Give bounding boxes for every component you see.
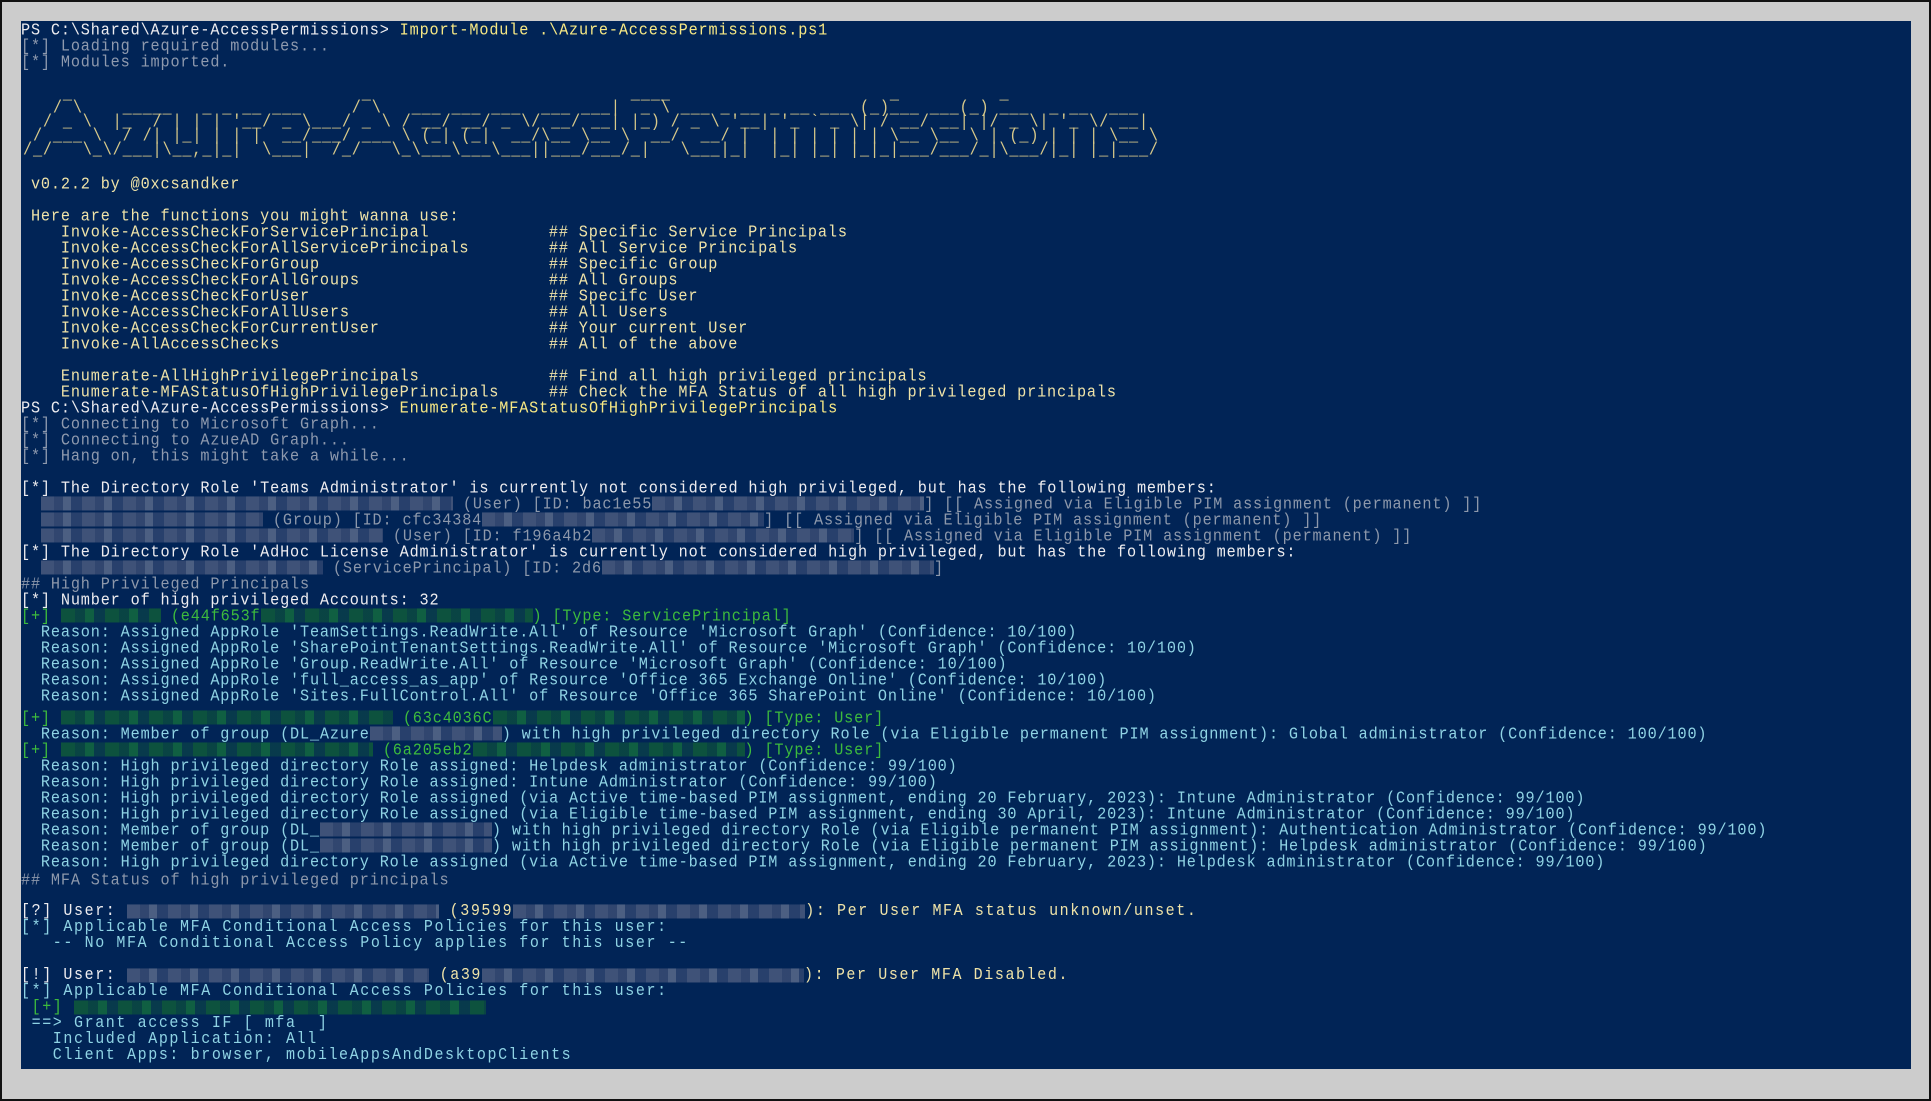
principal-entry: [+] (e44f653f) [Type: ServicePrincipal] … [21, 607, 1767, 706]
status-line: [*] Hang on, this might take a while... [21, 446, 410, 466]
redacted-policy-name [74, 999, 487, 1014]
status-line: [*] Modules imported. [21, 52, 231, 72]
function-name: Invoke-AllAccessChecks [60, 334, 281, 354]
redacted-id [592, 528, 855, 544]
redacted-group [319, 822, 492, 838]
functions-list: Invoke-AccessCheckForServicePrincipal ## … [21, 223, 1767, 400]
function-item: Invoke-AllAccessChecks ## All of the abov… [21, 335, 1767, 352]
section-header: ## MFA Status of high privileged princip… [21, 870, 450, 890]
ca-header: [*] Applicable MFA Conditional Access Po… [21, 982, 668, 1001]
redacted-name [60, 710, 393, 726]
redacted-name [60, 608, 161, 624]
function-item: Invoke-AccessCheckForCurrentUser ## Your … [21, 319, 1767, 336]
redacted-id [472, 742, 745, 758]
redacted-id [482, 512, 765, 528]
redacted-name [127, 903, 440, 918]
redacted-name [40, 512, 263, 528]
redacted-id [492, 710, 745, 726]
redacted-group [319, 838, 492, 854]
function-comment: ## All of the above [548, 334, 739, 354]
redacted-name [40, 528, 383, 544]
redacted-name [40, 496, 453, 512]
redacted-name [40, 560, 323, 576]
ascii-banner: _ _ ____ _ _ / \ _____ _ _ __ ___ / \ __… [21, 85, 1767, 172]
redacted-name [127, 967, 430, 982]
redacted-id [260, 608, 533, 624]
ca-none: -- No MFA Conditional Access Policy appl… [21, 934, 689, 953]
redacted-group [369, 726, 502, 742]
mfa-user-entry: [?] User: (39599): Per User MFA status u… [21, 902, 1767, 953]
mfa-status: ): Per User MFA Disabled. [804, 966, 1070, 985]
reason-line: Reason: Assigned AppRole 'Sites.FullCont… [21, 686, 1157, 706]
version-text: v0.2.2 by @0xcsandker [21, 174, 241, 194]
status-line: [*] Loading required modules... [21, 36, 330, 56]
client-apps-line: Client Apps: browser, mobileAppsAndDeskt… [21, 1046, 573, 1065]
principal-entry: [+] (63c4036C) [Type: User] Reason: Memb… [21, 709, 1767, 742]
hp-count: [*] Number of high privileged Accounts: … [21, 590, 440, 610]
role-warning: [*] The Directory Role 'AdHoc License Ad… [21, 542, 1297, 562]
ascii-line: /_/ \_\/___|\__,_|_| \___| /_/ \_\___\__… [23, 139, 1159, 161]
mfa-status: ): Per User MFA status unknown/unset. [805, 902, 1198, 921]
mfa-user-entry: [!] User: (a39): Per User MFA Disabled. … [21, 966, 1767, 1065]
reason-line: Reason: High privileged directory Role a… [21, 852, 1606, 872]
principal-entry: [+] (6a205eb2) [Type: User] Reason: High… [21, 741, 1767, 872]
redacted-name [60, 742, 373, 758]
redacted-id [513, 903, 806, 918]
console-output: PS C:\Shared\Azure-AccessPermissions> Im… [21, 21, 1767, 1065]
powershell-console[interactable]: PS C:\Shared\Azure-AccessPermissions> Im… [21, 21, 1911, 1069]
reason-line: Reason: Member of group (DL_Azure) with … [21, 725, 1767, 742]
redacted-id [652, 496, 925, 512]
role-warning: [*] The Directory Role 'Teams Administra… [21, 478, 1217, 498]
mfa-status-list: [?] User: (39599): Per User MFA status u… [21, 902, 1767, 1065]
redacted-id [482, 967, 805, 982]
redacted-id [601, 560, 934, 576]
